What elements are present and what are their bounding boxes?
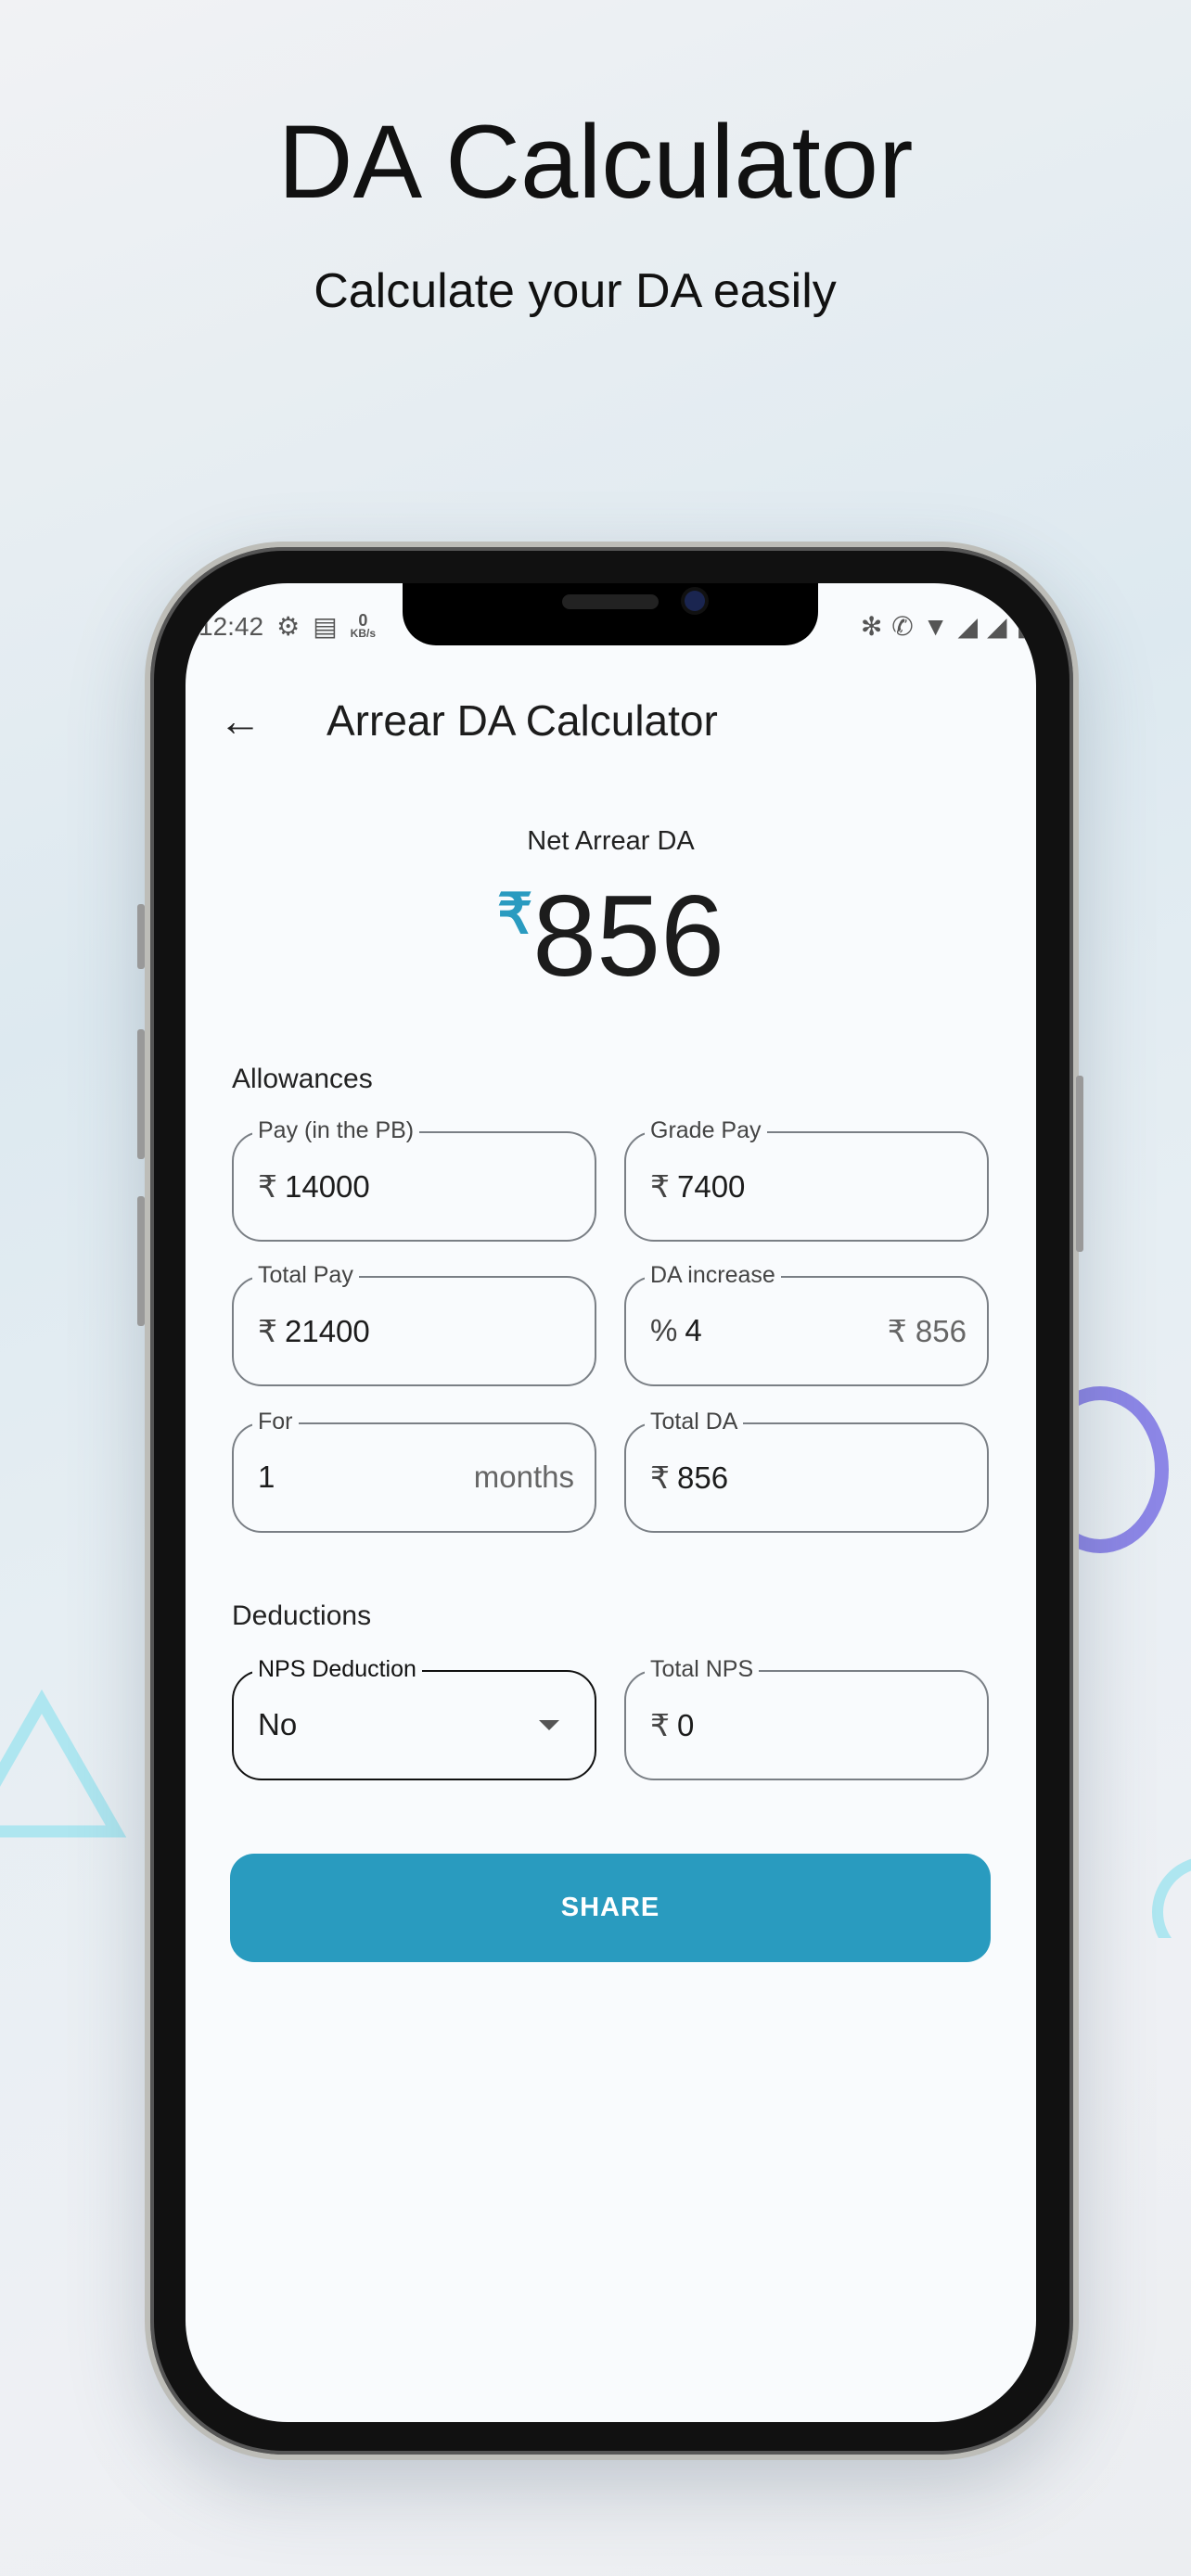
field-value: 0 — [677, 1708, 695, 1742]
app-bar: ← Arrear DA Calculator — [186, 693, 1036, 748]
net-speed-unit: KB/s — [350, 626, 376, 640]
field-value: 1 — [258, 1460, 275, 1494]
dropdown-value: No — [258, 1707, 298, 1741]
dropdown-arrow-icon — [539, 1720, 559, 1730]
arrow-left-icon[interactable]: ← — [219, 693, 262, 748]
wifi-icon: ▼ — [922, 611, 949, 641]
field-label: Total Pay — [252, 1262, 359, 1289]
speaker — [562, 594, 659, 609]
field-value: 856 — [677, 1460, 729, 1495]
phone-button — [137, 904, 145, 969]
field-value: 7400 — [677, 1169, 746, 1204]
net-arrear-value: ₹856 — [186, 871, 1036, 1002]
field-label: For — [252, 1409, 299, 1435]
phone-button — [137, 1029, 145, 1159]
app-title: Arrear DA Calculator — [327, 696, 718, 745]
call-icon: ✆ — [891, 612, 914, 641]
field-value: 4 — [685, 1313, 702, 1347]
phone-button — [137, 1196, 145, 1326]
status-bar-right: ✻ ✆ ▼ ◢ ◢ ▮ — [861, 611, 1031, 642]
total-pay-field[interactable]: Total Pay ₹21400 — [232, 1262, 596, 1386]
field-label: Total NPS — [645, 1656, 760, 1683]
field-label: Pay (in the PB) — [252, 1117, 420, 1144]
settings-gear-icon: ⚙ — [276, 612, 301, 641]
rupee-icon: ₹ — [496, 883, 533, 945]
field-label: Grade Pay — [645, 1117, 767, 1144]
status-time: 12:42 — [198, 611, 264, 641]
total-nps-field[interactable]: Total NPS ₹0 — [624, 1656, 989, 1780]
field-suffix: months — [473, 1460, 574, 1494]
decorative-triangle — [0, 1689, 127, 1838]
phone-button — [1076, 1076, 1083, 1252]
percent-icon: % — [650, 1313, 678, 1347]
deductions-heading: Deductions — [232, 1600, 372, 1631]
signal-icon: ◢ — [957, 612, 979, 641]
total-da-field[interactable]: Total DA ₹856 — [624, 1409, 989, 1533]
nps-deduction-dropdown[interactable]: NPS Deduction No — [232, 1656, 596, 1780]
hero-subtitle: Calculate your DA easily — [314, 264, 837, 318]
rupee-icon: ₹ — [258, 1314, 277, 1348]
share-button[interactable]: SHARE — [230, 1854, 991, 1962]
da-increase-field[interactable]: DA increase % 4 ₹ 856 — [624, 1262, 989, 1386]
grade-pay-field[interactable]: Grade Pay ₹7400 — [624, 1117, 989, 1242]
rupee-icon: ₹ — [650, 1460, 670, 1495]
field-label: NPS Deduction — [252, 1656, 422, 1683]
net-speed: 0 KB/s — [350, 612, 376, 640]
decorative-arc — [1152, 1858, 1191, 1938]
clipboard-icon: ▤ — [313, 612, 338, 641]
camera — [685, 591, 705, 611]
pay-field[interactable]: Pay (in the PB) ₹14000 — [232, 1117, 596, 1242]
field-label: Total DA — [645, 1409, 744, 1435]
hero-title: DA Calculator — [277, 104, 914, 220]
rupee-icon: ₹ — [650, 1708, 670, 1742]
months-field[interactable]: For 1 months — [232, 1409, 596, 1533]
phone-screen: 12:42 ⚙ ▤ 0 KB/s ✻ ✆ ▼ ◢ ◢ ▮ ← Arrear DA… — [186, 583, 1036, 2422]
allowances-heading: Allowances — [232, 1064, 373, 1094]
battery-icon: ▮ — [1016, 612, 1031, 641]
field-value: 14000 — [285, 1169, 370, 1204]
status-bar-left: 12:42 ⚙ ▤ 0 KB/s — [198, 611, 376, 642]
notch — [403, 583, 818, 645]
field-suffix: ₹ 856 — [887, 1314, 967, 1348]
rupee-icon: ₹ — [650, 1169, 670, 1204]
field-label: DA increase — [645, 1262, 781, 1289]
net-arrear-amount: 856 — [532, 873, 725, 1001]
field-value: 21400 — [285, 1314, 370, 1348]
net-arrear-label: Net Arrear DA — [527, 826, 695, 856]
rupee-icon: ₹ — [258, 1169, 277, 1204]
bluetooth-icon: ✻ — [860, 612, 883, 641]
signal-icon: ◢ — [987, 612, 1007, 641]
